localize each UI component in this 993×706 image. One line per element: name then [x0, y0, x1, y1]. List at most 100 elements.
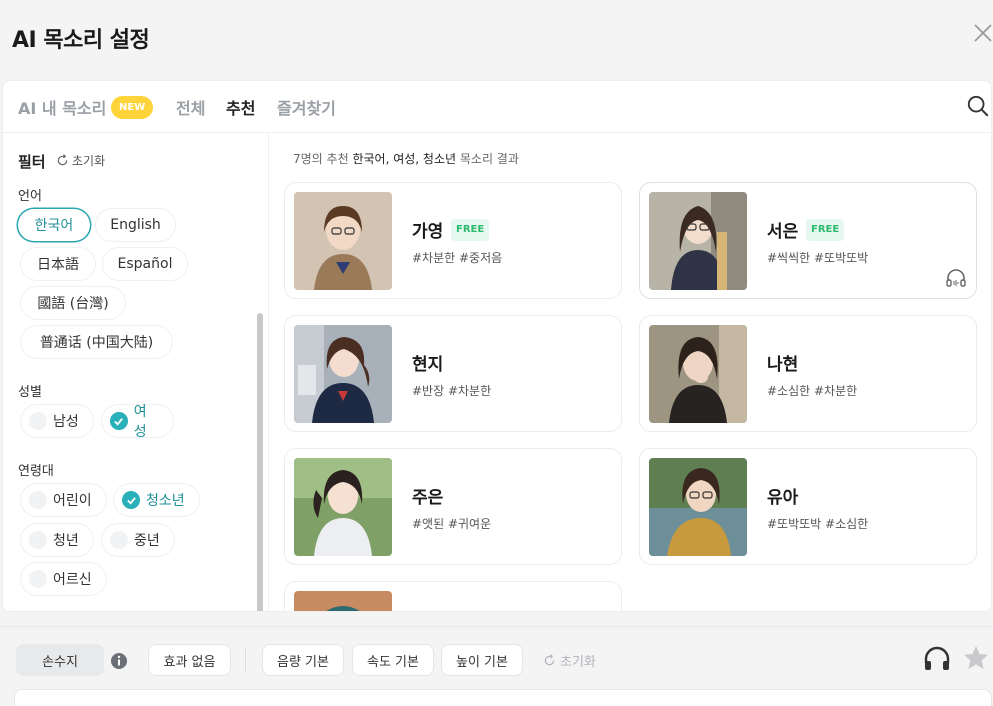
voice-settings-panel: AI 내 목소리 NEW 전체 추천 즐겨찾기 필터 초기화 언어 한국어 En… [2, 80, 992, 612]
voice-card-jueun[interactable]: 주은 #앳된 #귀여운 [284, 448, 622, 565]
refresh-icon [544, 654, 555, 666]
voice-card-hyunji[interactable]: 현지 #반장 #차분한 [284, 315, 622, 432]
chip-language-korean[interactable]: 한국어 [18, 209, 90, 241]
voice-card-seoeun[interactable]: 서은 FREE #씩씩한 #또박또박 [639, 182, 977, 299]
voice-avatar [294, 325, 392, 423]
voice-tags: #소심한 #차분한 [767, 384, 858, 398]
chip-gender-female[interactable]: 여성 [102, 404, 173, 440]
free-badge: FREE [451, 219, 490, 241]
chip-label: 여성 [133, 404, 147, 440]
chip-age-young[interactable]: 청년 [21, 524, 93, 556]
search-button[interactable] [966, 94, 991, 120]
voice-card-nahyun[interactable]: 나현 #소심한 #차분한 [639, 315, 977, 432]
filter-sidebar: 필터 초기화 언어 한국어 English 日本語 Español 國語 (台灣… [3, 133, 269, 611]
filter-reset-button[interactable]: 초기화 [56, 152, 105, 169]
favorite-button[interactable] [962, 644, 990, 672]
voice-name: 서은 [767, 222, 799, 242]
chip-age-senior[interactable]: 어르신 [21, 563, 106, 595]
voice-card-partial[interactable] [284, 581, 622, 611]
voice-tags: #차분한 #중저음 [412, 251, 503, 265]
effect-button[interactable]: 효과 없음 [148, 644, 231, 676]
sign-language-button[interactable]: 손수지 [16, 644, 104, 676]
unchecked-icon [29, 570, 47, 588]
voice-name: 주은 [412, 488, 444, 508]
voice-name: 현지 [412, 355, 444, 375]
chip-language-mandarin[interactable]: 普通话 (中国大陆) [21, 326, 172, 358]
voice-avatar [294, 458, 392, 556]
language-label: 언어 [18, 189, 42, 204]
info-button[interactable] [110, 652, 128, 670]
toolbar-reset-label: 초기화 [560, 655, 596, 670]
volume-button[interactable]: 음량 기본 [262, 644, 344, 676]
voice-avatar [649, 458, 747, 556]
voice-name: 유아 [767, 488, 799, 508]
tab-bar: AI 내 목소리 NEW 전체 추천 즐겨찾기 [3, 81, 991, 133]
result-summary: 7명의 추천 한국어, 여성, 청소년 목소리 결과 [293, 150, 519, 167]
unchecked-icon [29, 531, 47, 549]
filter-reset-label: 초기화 [72, 154, 106, 168]
voice-avatar [649, 325, 747, 423]
script-text-area[interactable] [14, 689, 992, 706]
chip-label: 남성 [53, 414, 79, 430]
voice-control-toolbar: 손수지 효과 없음 음량 기본 속도 기본 높이 기본 초기화 [0, 626, 993, 706]
voice-avatar [294, 591, 392, 611]
chip-age-middle[interactable]: 중년 [102, 524, 174, 556]
voice-avatar [649, 192, 747, 290]
chip-age-child[interactable]: 어린이 [21, 484, 106, 516]
voice-card-yua[interactable]: 유아 #또박또박 #소심한 [639, 448, 977, 565]
chip-label: 어르신 [53, 572, 92, 588]
voice-card-gayoung[interactable]: 가영 FREE #차분한 #중저음 [284, 182, 622, 299]
star-icon [964, 646, 988, 669]
chip-label: 어린이 [53, 493, 92, 509]
tab-all[interactable]: 전체 [176, 95, 205, 119]
close-button[interactable] [972, 22, 993, 48]
chip-gender-male[interactable]: 남성 [21, 405, 93, 437]
unchecked-icon [29, 412, 47, 430]
tab-my-voice[interactable]: AI 내 목소리 [18, 95, 106, 119]
chip-language-spanish[interactable]: Español [103, 248, 187, 280]
modal-header: AI 목소리 설정 [0, 0, 993, 78]
info-icon [111, 653, 127, 669]
voice-tags: #씩씩한 #또박또박 [767, 251, 869, 265]
unchecked-icon [110, 531, 128, 549]
speed-button[interactable]: 속도 기본 [352, 644, 434, 676]
gender-label: 성별 [18, 385, 42, 400]
listen-preview-button[interactable] [945, 267, 967, 289]
free-badge: FREE [806, 219, 845, 241]
voice-tags: #또박또박 #소심한 [767, 517, 869, 531]
result-suffix: 목소리 결과 [459, 152, 519, 166]
result-query: 한국어, 여성, 청소년 [352, 152, 457, 166]
headphones-icon [946, 269, 966, 287]
new-badge: NEW [111, 96, 154, 119]
voice-avatar [294, 192, 392, 290]
preview-listen-button[interactable] [922, 644, 952, 674]
unchecked-icon [29, 491, 47, 509]
chip-age-teen[interactable]: 청소년 [114, 484, 199, 516]
filter-title: 필터 [18, 153, 46, 171]
voice-tags: #앳된 #귀여운 [412, 517, 492, 531]
chip-language-japanese[interactable]: 日本語 [21, 248, 95, 280]
refresh-icon [57, 154, 68, 166]
chip-label: 청소년 [146, 493, 185, 509]
chip-label: 청년 [53, 533, 79, 549]
voice-results: 7명의 추천 한국어, 여성, 청소년 목소리 결과 가영 FREE #차분한 … [269, 133, 991, 611]
toolbar-divider [245, 647, 246, 673]
age-label: 연령대 [18, 464, 54, 479]
chip-language-english[interactable]: English [96, 209, 175, 241]
headphones-icon [924, 646, 950, 670]
close-icon [974, 24, 992, 42]
pitch-button[interactable]: 높이 기본 [441, 644, 523, 676]
search-icon [967, 95, 989, 117]
tab-favorites[interactable]: 즐겨찾기 [277, 95, 336, 119]
sidebar-scrollbar[interactable] [257, 313, 263, 611]
voice-tags: #반장 #차분한 [412, 384, 492, 398]
chip-label: 중년 [134, 533, 160, 549]
chip-language-taiwan[interactable]: 國語 (台灣) [21, 287, 125, 319]
toolbar-reset-button[interactable]: 초기화 [543, 651, 596, 670]
check-icon [110, 412, 128, 430]
voice-name: 나현 [767, 355, 799, 375]
tab-recommend[interactable]: 추천 [226, 95, 255, 119]
check-icon [122, 491, 140, 509]
page-title: AI 목소리 설정 [12, 28, 150, 53]
voice-name: 가영 [412, 222, 444, 242]
